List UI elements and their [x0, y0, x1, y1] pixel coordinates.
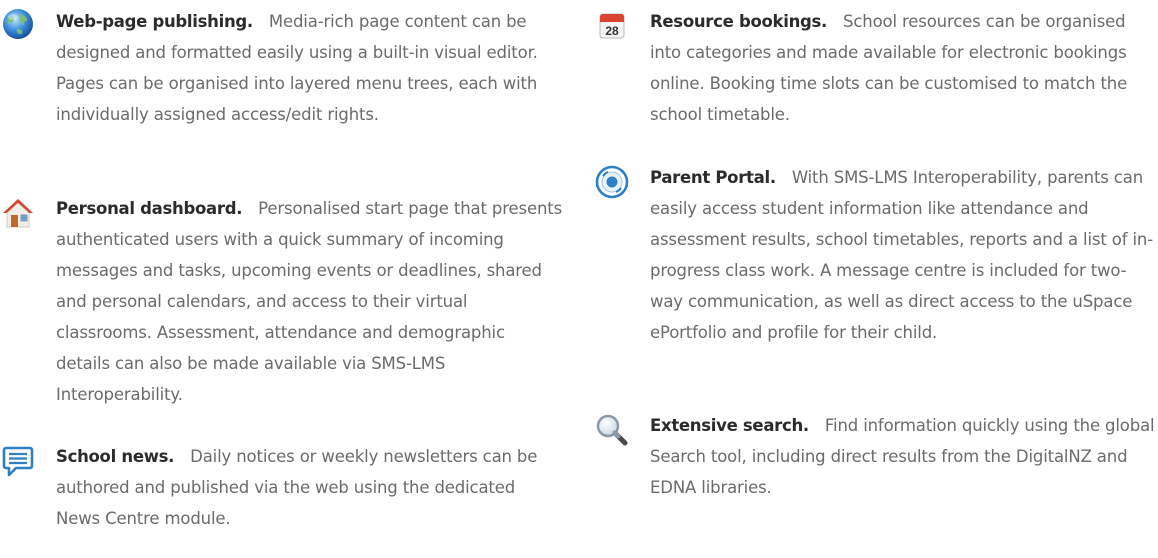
- feature-title: Parent Portal.: [650, 168, 787, 187]
- calendar-icon: 28: [594, 8, 630, 44]
- feature-description: Personalised start page that presents au…: [56, 199, 563, 404]
- feature-text: Parent Portal. With SMS-LMS Interoperabi…: [650, 162, 1156, 348]
- feature-title: Web-page publishing.: [56, 12, 264, 31]
- calendar-day: 28: [605, 24, 619, 38]
- magnifier-icon: [594, 412, 630, 448]
- feature-text: Resource bookings. School resources can …: [650, 6, 1156, 130]
- feature-parent-portal: Parent Portal. With SMS-LMS Interoperabi…: [594, 162, 1154, 420]
- feature-title: Resource bookings.: [650, 12, 838, 31]
- feature-description: With SMS-LMS Interoperability, parents c…: [650, 168, 1154, 342]
- home-icon: [0, 195, 36, 231]
- feature-text: School news. Daily notices or weekly new…: [56, 441, 562, 534]
- feature-extensive-search: Extensive search. Find information quick…: [594, 410, 1156, 520]
- speech-bubble-icon: [0, 443, 36, 479]
- feature-web-page-publishing: Web-page publishing. Media-rich page con…: [0, 6, 560, 156]
- portal-icon: [594, 164, 630, 200]
- feature-personal-dashboard: Personal dashboard. Personalised start p…: [0, 193, 562, 418]
- feature-text: Extensive search. Find information quick…: [650, 410, 1156, 503]
- feature-text: Web-page publishing. Media-rich page con…: [56, 6, 562, 130]
- globe-icon: [0, 6, 36, 42]
- feature-text: Personal dashboard. Personalised start p…: [56, 193, 562, 410]
- feature-title: Personal dashboard.: [56, 199, 254, 218]
- feature-resource-bookings: 28 Resource bookings. School resources c…: [594, 6, 1154, 156]
- feature-school-news: School news. Daily notices or weekly new…: [0, 441, 560, 556]
- feature-title: School news.: [56, 447, 186, 466]
- feature-title: Extensive search.: [650, 416, 820, 435]
